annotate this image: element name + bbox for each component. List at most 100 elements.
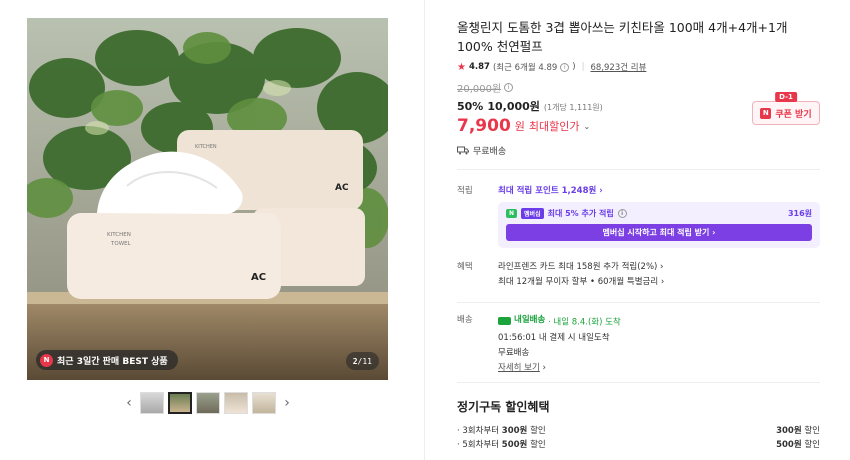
delivery-timer-row: 01:56:01 내 결제 시 내일도착 xyxy=(498,331,820,346)
thumbnail-4[interactable] xyxy=(224,392,248,414)
sub-row-right-amount: 300원 xyxy=(776,425,802,436)
divider xyxy=(457,381,820,383)
max-points-text: 최대 적립 포인트 1,248원 xyxy=(498,186,597,196)
rating-recent: (최근 6개월 4.89 xyxy=(492,63,558,73)
thumbnail-3[interactable] xyxy=(196,392,220,414)
sale-price: 10,000원 xyxy=(487,100,540,113)
points-label: 적립 xyxy=(457,186,473,196)
subscription-list: · 3회차부터 300원 할인 300원 할인 · 5회차부터 500원 할인 … xyxy=(457,424,820,452)
sub-row-suffix: 할인 xyxy=(527,439,546,450)
star-icon: ★ xyxy=(457,61,466,73)
subscription-row: · 3회차부터 300원 할인 300원 할인 xyxy=(457,424,820,438)
coupon-label: 쿠폰 받기 xyxy=(775,109,812,120)
benefits-section: 혜택 라인프렌즈 카드 최대 158원 추가 적립(2%) › 최대 12개월 … xyxy=(457,260,820,290)
membership-logo-icon: 멤버십 xyxy=(521,208,544,219)
chevron-right-icon: › xyxy=(599,186,603,196)
installment-link[interactable]: 최대 12개월 무이자 할부 • 60개월 특별금리 › xyxy=(498,275,820,290)
membership-button-label: 멤버십 시작하고 최대 적립 받기 xyxy=(602,228,710,237)
image-counter: 2 /11 xyxy=(345,352,379,370)
product-main-image[interactable]: KITCHEN AC KITCHEN TOWEL AC N 최근 3일간 판매 … xyxy=(27,18,388,380)
chevron-right-icon: › xyxy=(542,362,546,373)
delivery-timer-text: 내 결제 시 내일도착 xyxy=(538,332,610,343)
rating-recent-close: ) xyxy=(572,62,576,72)
best-badge-label: 최근 3일간 판매 BEST 상품 xyxy=(57,356,168,367)
sub-row-prefix: · 5회차부터 xyxy=(457,439,502,450)
thumb-next-icon[interactable]: › xyxy=(280,392,294,414)
chevron-right-icon: › xyxy=(660,262,664,272)
thumb-prev-icon[interactable]: ‹ xyxy=(122,392,136,414)
installment-text: 최대 12개월 무이자 할부 • 60개월 특별금리 xyxy=(498,277,659,287)
chevron-right-icon: › xyxy=(660,277,665,287)
separator: | xyxy=(581,62,585,72)
thumbnail-2[interactable] xyxy=(168,392,192,414)
delivery-section: 배송 내일배송 · 내일 8.4.(화) 도착 01:56:01 내 결제 시 … xyxy=(457,313,820,376)
image-counter-total: /11 xyxy=(357,356,372,366)
sub-row-right-suffix: 할인 xyxy=(801,439,820,450)
package-text-line2: TOWEL xyxy=(110,241,132,247)
delivery-free: 무료배송 xyxy=(498,347,530,358)
subscription-row: · 5회차부터 500원 할인 500원 할인 xyxy=(457,438,820,452)
final-price-unit: 원 xyxy=(514,120,525,133)
naver-icon: N xyxy=(760,107,772,119)
benefits-label: 혜택 xyxy=(457,262,473,272)
sub-row-prefix: · 3회차부터 xyxy=(457,425,502,436)
membership-text: 최대 5% 추가 적립 xyxy=(547,209,614,218)
package-logo-front: AC xyxy=(251,272,266,283)
info-icon[interactable]: i xyxy=(560,62,570,72)
original-price-row: 20,000원 i xyxy=(457,80,820,95)
package-text: KITCHEN xyxy=(195,144,217,150)
delivery-label: 배송 xyxy=(457,315,473,325)
rating-row: ★ 4.87 (최근 6개월 4.89 i) | 68,923건 리뷰 xyxy=(457,61,820,74)
naver-logo-icon: N xyxy=(506,209,518,218)
final-price: 7,900 xyxy=(457,116,511,136)
delivery-tag: 내일배송 xyxy=(514,315,546,325)
card-benefit-link[interactable]: 라인프렌즈 카드 최대 158원 추가 적립(2%) › xyxy=(498,260,820,275)
coupon-button[interactable]: D-1 N 쿠폰 받기 xyxy=(752,92,820,125)
delivery-more-link[interactable]: 자세히 보기 › xyxy=(498,361,820,376)
delivery-eta: · 내일 8.4.(화) 도착 xyxy=(547,317,621,328)
shipping-free-label: 무료배송 xyxy=(473,147,507,157)
shipping-row: 무료배송 xyxy=(457,144,820,157)
delivery-truck-icon xyxy=(498,316,511,325)
sub-row-suffix: 할인 xyxy=(527,425,546,436)
coupon-dday-badge: D-1 xyxy=(775,92,797,102)
membership-info-icon[interactable]: i xyxy=(617,209,627,218)
card-benefit-text: 라인프렌즈 카드 최대 158원 추가 적립(2%) xyxy=(498,262,658,272)
delivery-more-text: 자세히 보기 xyxy=(498,362,540,373)
original-price: 20,000원 xyxy=(457,84,502,95)
sub-row-amount: 300원 xyxy=(501,425,528,436)
divider xyxy=(457,302,820,303)
package-logo: AC xyxy=(335,183,349,193)
thumbnail-strip: ‹ › xyxy=(122,392,294,414)
final-price-label: 최대할인가 xyxy=(528,120,580,133)
membership-box: N 멤버십 최대 5% 추가 적립 i 316원 멤버십 시작하고 최대 적립 … xyxy=(498,202,820,248)
delivery-timer: 01:56:01 xyxy=(498,332,537,343)
sub-row-right-suffix: 할인 xyxy=(801,425,820,436)
best-seller-badge: N 최근 3일간 판매 BEST 상품 xyxy=(36,350,178,370)
membership-amount: 316원 xyxy=(787,209,812,218)
discount-rate: 50% xyxy=(457,100,484,113)
points-section: 적립 최대 적립 포인트 1,248원 › N 멤버십 최대 5% 추가 적립 … xyxy=(457,184,820,248)
product-title: 올챙린지 도톰한 3겹 뽑아쓰는 키친타올 100매 4개+4개+1개 100%… xyxy=(457,20,788,54)
subscription-title: 정기구독 할인혜택 xyxy=(457,399,550,414)
delivery-eta-row: 내일배송 · 내일 8.4.(화) 도착 xyxy=(498,313,820,331)
review-count-link[interactable]: 68,923건 리뷰 xyxy=(591,61,647,73)
sub-row-right-amount: 500원 xyxy=(776,439,802,450)
chevron-down-icon[interactable]: ⌄ xyxy=(584,122,591,131)
product-info: 올챙린지 도톰한 3겹 뽑아쓰는 키친타올 100매 4개+4개+1개 100%… xyxy=(457,18,820,452)
chevron-right-icon: › xyxy=(712,228,716,237)
best-badge-icon: N xyxy=(40,353,53,367)
max-points-link[interactable]: 최대 적립 포인트 1,248원 › xyxy=(498,184,820,196)
rating-score: 4.87 xyxy=(468,62,490,72)
column-divider xyxy=(424,0,425,460)
divider xyxy=(457,169,820,170)
thumbnail-1[interactable] xyxy=(140,392,164,414)
thumbnail-5[interactable] xyxy=(252,392,276,414)
truck-icon xyxy=(457,146,469,155)
unit-price: (1개당 1,111원) xyxy=(543,103,603,112)
sub-row-amount: 500원 xyxy=(501,439,528,450)
package-text-line1: KITCHEN xyxy=(107,232,131,238)
kitchen-towel-photo: KITCHEN AC KITCHEN TOWEL AC xyxy=(27,18,388,380)
price-info-icon[interactable]: i xyxy=(504,83,514,92)
membership-start-button[interactable]: 멤버십 시작하고 최대 적립 받기 › xyxy=(506,224,812,241)
